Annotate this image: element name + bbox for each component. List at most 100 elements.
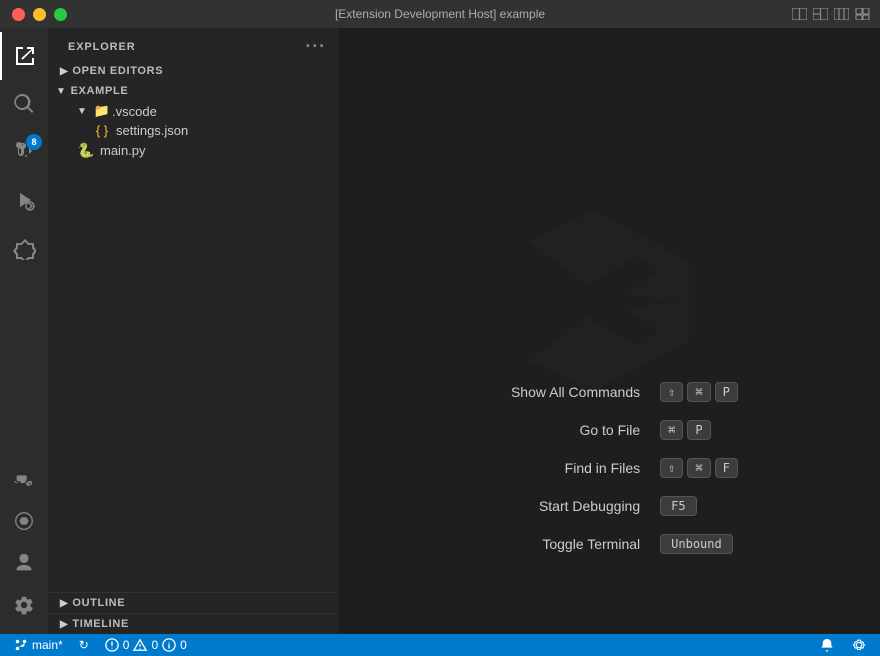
sidebar-title: EXPLORER	[68, 41, 136, 53]
activity-item-account[interactable]	[0, 542, 48, 584]
timeline-label: TIMELINE	[72, 618, 129, 630]
cmd-key-1: ⌘	[687, 382, 710, 402]
outline-chevron: ▶	[60, 598, 68, 609]
cmd-key-2: ⌘	[660, 420, 683, 440]
shift-key-2: ⇧	[660, 458, 683, 478]
settings-json-label: settings.json	[112, 123, 338, 138]
sidebar-header: EXPLORER ···	[48, 28, 338, 61]
gpu-icon	[13, 510, 35, 532]
layout-icon-1	[792, 8, 807, 20]
show-all-commands-keys: ⇧ ⌘ P	[660, 382, 738, 402]
title-bar-icons	[792, 8, 870, 20]
activity-item-extensions[interactable]	[0, 224, 48, 272]
close-button[interactable]	[12, 8, 25, 21]
shortcut-start-debugging: Start Debugging F5	[480, 496, 696, 516]
sidebar-bottom: ▶ OUTLINE ▶ TIMELINE	[48, 592, 338, 634]
status-manage[interactable]	[848, 634, 870, 656]
f5-key: F5	[660, 496, 696, 516]
title-bar: [Extension Development Host] example	[0, 0, 880, 28]
search-icon	[12, 92, 36, 116]
window-controls	[12, 8, 67, 21]
find-in-files-keys: ⇧ ⌘ F	[660, 458, 738, 478]
p-key-1: P	[715, 382, 738, 402]
example-chevron: ▼	[56, 86, 67, 97]
folder-icon: 📁	[92, 103, 112, 119]
sidebar: EXPLORER ··· ▶ OPEN EDITORS ▼ EXAMPLE ▼ …	[48, 28, 338, 634]
status-bar-left: main* ↻ 0 0 0	[10, 634, 191, 656]
activity-item-settings[interactable]	[0, 584, 48, 626]
status-bar: main* ↻ 0 0 0	[0, 634, 880, 656]
p-key-2: P	[687, 420, 710, 440]
activity-bar-bottom	[0, 458, 48, 634]
branch-icon	[14, 638, 28, 652]
window-title: [Extension Development Host] example	[335, 7, 545, 21]
start-debugging-keys: F5	[660, 496, 696, 516]
outline-section-title[interactable]: ▶ OUTLINE	[48, 593, 338, 613]
tree-item-vscode-folder[interactable]: ▼ 📁 .vscode	[48, 101, 338, 121]
status-notifications[interactable]	[816, 634, 838, 656]
py-icon: 🐍	[76, 142, 96, 159]
vscode-folder-label: .vscode	[112, 104, 338, 119]
layout-icon-2	[813, 8, 828, 20]
timeline-section: ▶ TIMELINE	[48, 613, 338, 634]
activity-bar: 8	[0, 28, 48, 634]
minimize-button[interactable]	[33, 8, 46, 21]
toggle-terminal-keys: Unbound	[660, 534, 733, 554]
json-icon: { }	[92, 123, 112, 138]
main-layout: 8	[0, 28, 880, 634]
activity-item-gpu[interactable]	[0, 500, 48, 542]
warning-count: 0	[151, 638, 158, 652]
status-errors[interactable]: 0 0 0	[101, 634, 191, 656]
vscode-watermark	[509, 201, 709, 401]
open-editors-label: OPEN EDITORS	[72, 65, 163, 77]
open-editors-section[interactable]: ▶ OPEN EDITORS	[48, 61, 338, 81]
tree-item-main-py[interactable]: 🐍 main.py	[48, 140, 338, 161]
find-in-files-label: Find in Files	[480, 460, 640, 476]
start-debugging-label: Start Debugging	[480, 498, 640, 514]
sidebar-more-icon[interactable]: ···	[305, 36, 326, 57]
layout-icon-3	[834, 8, 849, 20]
outline-section: ▶ OUTLINE	[48, 592, 338, 613]
activity-item-search[interactable]	[0, 80, 48, 128]
timeline-section-title[interactable]: ▶ TIMELINE	[48, 614, 338, 634]
layout-icon-4	[855, 8, 870, 20]
sync-icon: ↻	[79, 638, 89, 652]
open-editors-chevron: ▶	[60, 66, 68, 77]
example-label: EXAMPLE	[71, 85, 129, 97]
go-to-file-label: Go to File	[480, 422, 640, 438]
shortcut-show-all-commands: Show All Commands ⇧ ⌘ P	[480, 382, 738, 402]
shortcut-go-to-file: Go to File ⌘ P	[480, 420, 710, 440]
shortcut-toggle-terminal: Toggle Terminal Unbound	[480, 534, 733, 554]
activity-item-explorer[interactable]	[0, 32, 48, 80]
maximize-button[interactable]	[54, 8, 67, 21]
warning-icon	[133, 638, 147, 652]
activity-item-source-control[interactable]: 8	[0, 128, 48, 176]
example-section[interactable]: ▼ EXAMPLE	[48, 81, 338, 101]
go-to-file-keys: ⌘ P	[660, 420, 710, 440]
status-bar-right	[816, 634, 870, 656]
cmd-key-3: ⌘	[687, 458, 710, 478]
manage-icon	[852, 638, 866, 652]
error-count: 0	[123, 638, 130, 652]
activity-item-run[interactable]	[0, 176, 48, 224]
toggle-terminal-label: Toggle Terminal	[480, 536, 640, 552]
remote-icon	[13, 468, 35, 490]
vscode-folder-chevron: ▼	[72, 106, 92, 117]
status-sync[interactable]: ↻	[75, 634, 93, 656]
extensions-icon	[12, 236, 36, 260]
vscode-logo-svg	[509, 201, 709, 401]
account-icon	[13, 552, 35, 574]
outline-label: OUTLINE	[72, 597, 125, 609]
timeline-chevron: ▶	[60, 619, 68, 630]
explorer-icon	[13, 44, 37, 68]
bell-icon	[820, 638, 834, 652]
activity-item-remote[interactable]	[0, 458, 48, 500]
show-all-commands-label: Show All Commands	[480, 384, 640, 400]
run-icon	[12, 188, 36, 212]
editor-area: Show All Commands ⇧ ⌘ P Go to File ⌘ P F…	[338, 28, 880, 634]
status-branch[interactable]: main*	[10, 634, 67, 656]
shift-key: ⇧	[660, 382, 683, 402]
source-control-badge: 8	[26, 134, 42, 150]
info-icon	[162, 638, 176, 652]
tree-item-settings-json[interactable]: { } settings.json	[48, 121, 338, 140]
